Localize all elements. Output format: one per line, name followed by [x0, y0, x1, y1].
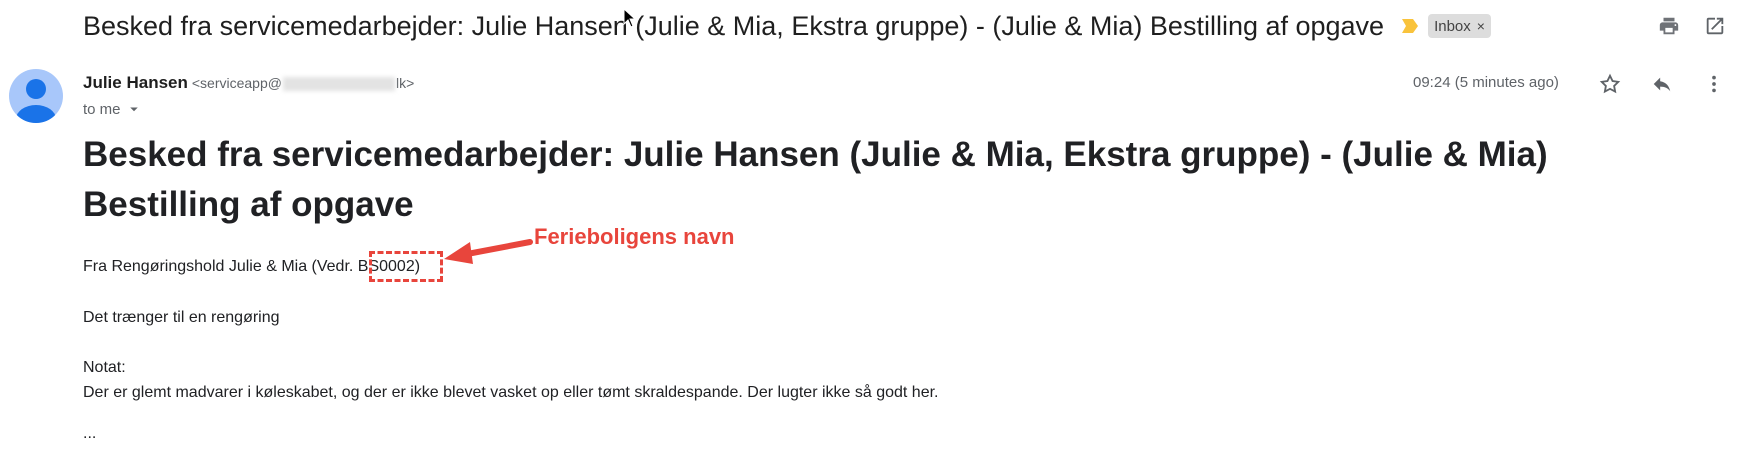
thread-actions	[1653, 10, 1745, 42]
sender-name[interactable]: Julie Hansen	[83, 73, 188, 93]
trimmed-content-ellipsis[interactable]: ...	[83, 425, 96, 443]
to-line: to me	[83, 100, 121, 118]
reply-icon[interactable]	[1646, 68, 1678, 100]
email-subject: Besked fra servicemedarbejder: Julie Han…	[83, 10, 1385, 41]
annotation-label: Ferieboligens navn	[534, 224, 735, 249]
sender-email-start: <serviceapp@	[191, 74, 282, 91]
notat-label: Notat:	[83, 359, 126, 376]
importance-marker-icon[interactable]	[1402, 19, 1419, 33]
sender-email: <serviceapp@ lk>	[191, 74, 415, 92]
label-chip-text: Inbox	[1434, 17, 1471, 35]
recipient-details-toggle[interactable]: to me	[83, 100, 143, 118]
subject-bar: Besked fra servicemedarbejder: Julie Han…	[83, 6, 1491, 46]
body-line: Det trænger til en rengøring	[83, 309, 280, 326]
label-chip-inbox[interactable]: Inbox ×	[1428, 14, 1491, 38]
message-timestamp: 09:24 (5 minutes ago)	[1413, 74, 1559, 91]
annotation-highlight-box	[369, 251, 443, 282]
print-icon[interactable]	[1653, 10, 1685, 42]
sender-row: Julie Hansen <serviceapp@ lk>	[83, 73, 414, 93]
remove-label-icon[interactable]: ×	[1477, 18, 1485, 34]
notat-text: Der er glemt madvarer i køleskabet, og d…	[83, 384, 939, 401]
annotation-arrow-icon	[444, 239, 533, 264]
body-heading: Besked fra servicemedarbejder: Julie Han…	[83, 135, 1548, 224]
redacted-domain	[282, 77, 395, 92]
more-vert-icon[interactable]	[1698, 68, 1730, 100]
star-icon[interactable]	[1594, 68, 1626, 100]
person-icon	[16, 79, 56, 123]
sender-avatar[interactable]	[9, 69, 63, 123]
sender-email-end: lk>	[395, 74, 415, 91]
message-actions	[1594, 68, 1730, 100]
chevron-down-icon	[129, 107, 138, 112]
open-in-new-window-icon[interactable]	[1699, 10, 1731, 42]
mouse-cursor-icon	[623, 8, 637, 28]
